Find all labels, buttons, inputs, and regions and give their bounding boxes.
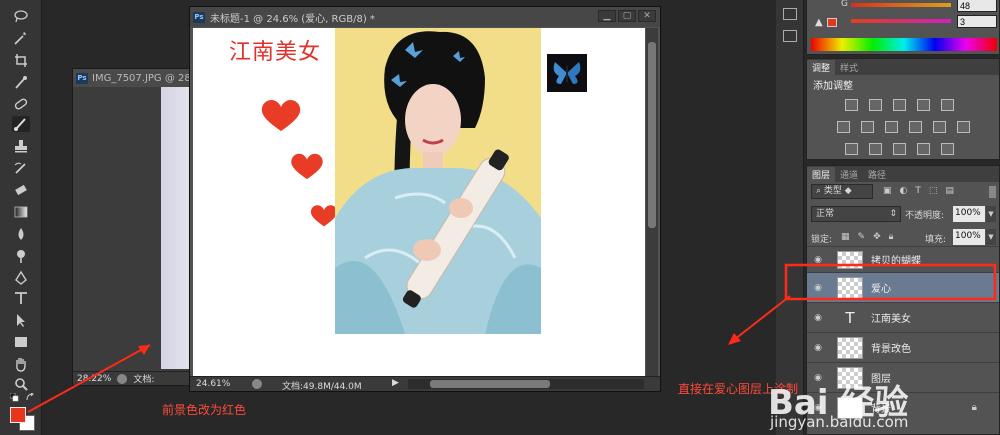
annotation-overlay xyxy=(27,263,997,413)
annotation-arrow xyxy=(729,295,791,344)
photoshop-workspace: Ps IMG_7507.JPG @ 28.2 28.22% 文档: Ps 未标题… xyxy=(0,0,1000,435)
annotation-foreground-note: 前景色改为红色 xyxy=(162,403,247,417)
foreground-color-swatch[interactable] xyxy=(10,407,26,423)
watermark-url: jingyan.baidu.com xyxy=(770,413,909,431)
annotation-arrow xyxy=(27,344,151,413)
highlight-box xyxy=(784,263,997,301)
